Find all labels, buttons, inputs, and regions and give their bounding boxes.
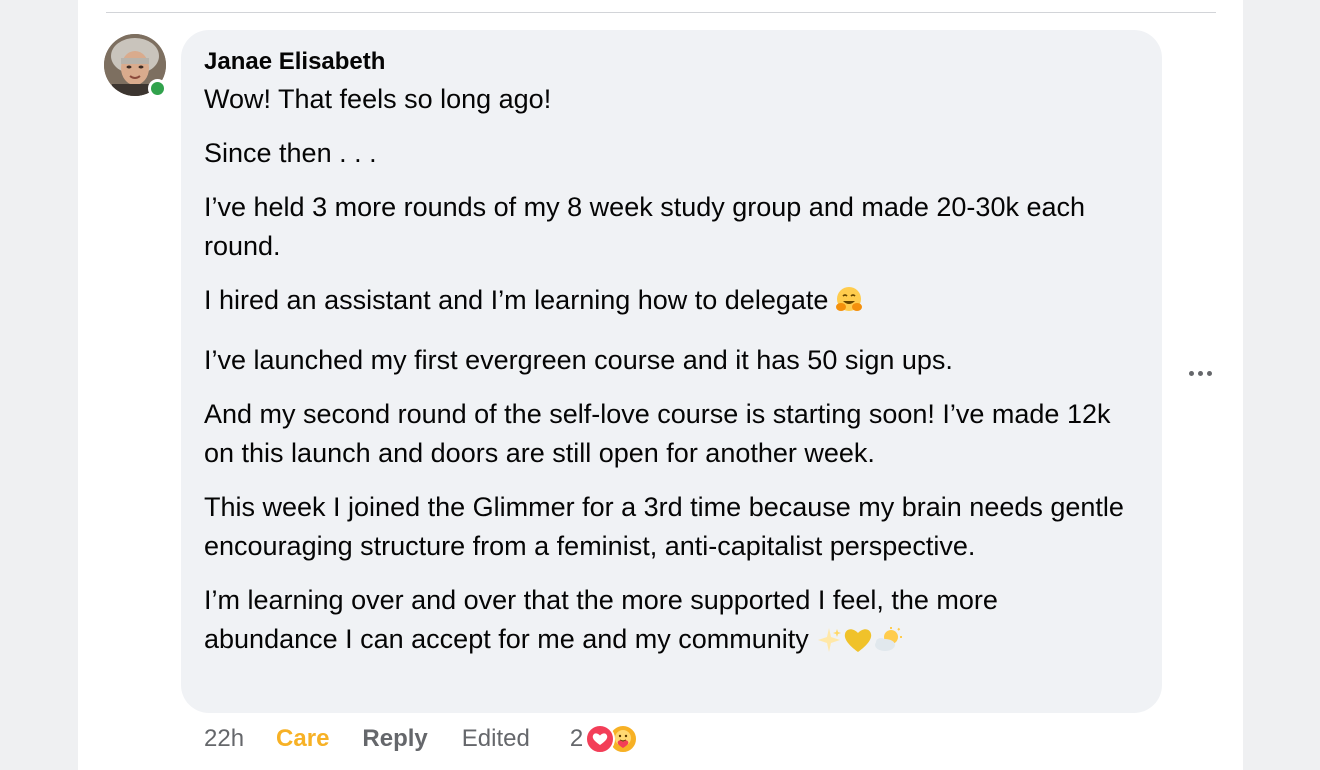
reply-button[interactable]: Reply (362, 725, 427, 753)
more-options-icon (1197, 370, 1203, 376)
online-status-dot (148, 79, 167, 98)
edited-label[interactable]: Edited (462, 725, 530, 753)
comment-paragraph-with-emoji: I hired an assistant and I’m learning ho… (204, 281, 1138, 326)
comment-paragraph: I’ve launched my first evergreen course … (204, 345, 953, 375)
comment-bubble: Janae Elisabeth Wow! That feels so long … (181, 30, 1162, 713)
sun-behind-cloud-emoji (873, 626, 903, 665)
divider (106, 12, 1216, 13)
sparkles-emoji (815, 626, 843, 665)
comment-paragraph: And my second round of the self-love cou… (204, 399, 1111, 468)
comment-paragraph: I’ve held 3 more rounds of my 8 week stu… (204, 192, 1086, 261)
comment-timestamp[interactable]: 22h (204, 725, 244, 753)
more-options-icon (1188, 370, 1194, 376)
comment-paragraph: Wow! That feels so long ago! (204, 84, 552, 114)
comment-paragraph-text: I hired an assistant and I’m learning ho… (204, 285, 829, 315)
comment-paragraph-with-emoji: I’m learning over and over that the more… (204, 581, 1138, 665)
reaction-count: 2 (569, 725, 584, 752)
comment-actions: 22h Care Reply Edited 2 (204, 722, 639, 756)
yellow-heart-emoji (843, 626, 873, 665)
comment-paragraph: This week I joined the Glimmer for a 3rd… (204, 492, 1124, 561)
comment-author[interactable]: Janae Elisabeth (204, 47, 1138, 77)
more-options-button[interactable] (1183, 358, 1217, 388)
reactions-summary[interactable]: 2 (569, 724, 639, 754)
comment-paragraph: Since then . . . (204, 138, 377, 168)
hugging-face-emoji (834, 285, 864, 326)
more-options-icon (1206, 370, 1212, 376)
care-reaction-button[interactable]: Care (276, 725, 329, 753)
love-icon (585, 724, 616, 754)
